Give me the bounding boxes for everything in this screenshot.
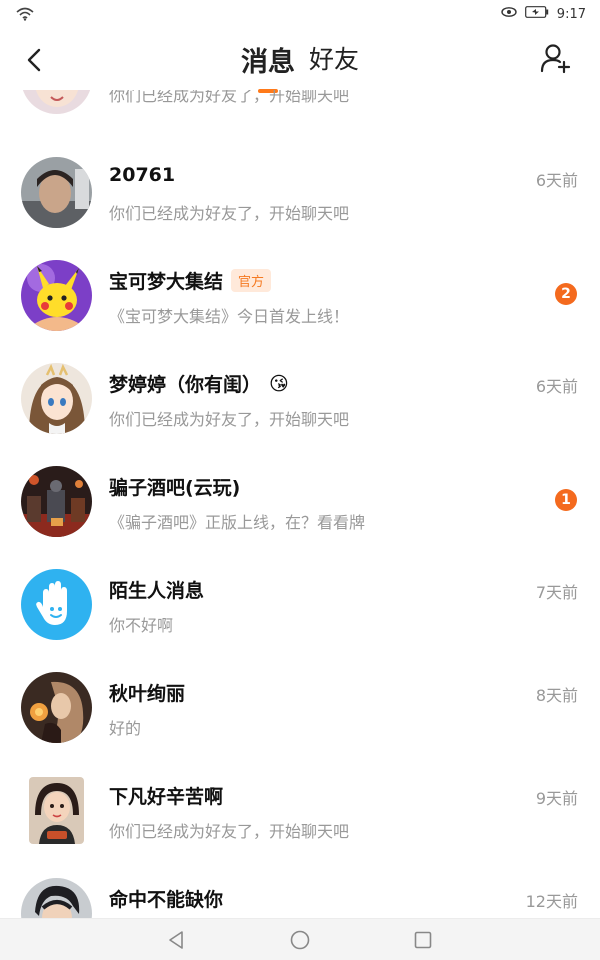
nav-home-button[interactable]: [289, 929, 311, 951]
status-time: 9:17: [556, 6, 586, 22]
tab-friends[interactable]: 好友: [309, 40, 359, 79]
conversation-name: 命中不能缺你: [109, 889, 224, 911]
circle-home-icon: [290, 930, 310, 950]
conversation-preview: 《骗子酒吧》正版上线，在？看看牌: [109, 513, 366, 532]
conversation-preview: 你不好啊: [109, 616, 174, 635]
header: 消息 好友: [0, 30, 600, 90]
nav-recents-button[interactable]: [412, 929, 434, 951]
triangle-back-icon: [169, 931, 183, 949]
battery-icon: [524, 6, 549, 22]
avatar: [21, 363, 92, 434]
avatar: [21, 672, 92, 743]
conversation-list[interactable]: 你们已经成为好友了，开始聊天吧 20761 你们已经成为好友了，开始聊天吧 6天…: [0, 90, 600, 918]
conversation-name: 秋叶绚丽: [109, 683, 186, 705]
conversation-name: 梦婷婷（你有闺） 😘: [109, 372, 289, 397]
conversation-time: 9天前: [535, 789, 578, 808]
conversation-row[interactable]: 秋叶绚丽 好的 8天前: [0, 672, 600, 775]
conversation-row[interactable]: 你们已经成为好友了，开始聊天吧: [0, 90, 600, 146]
avatar: [21, 775, 92, 846]
conversation-preview: 你们已经成为好友了，开始聊天吧: [109, 90, 350, 105]
avatar: [21, 878, 92, 918]
tab-messages[interactable]: 消息: [241, 40, 295, 79]
conversation-name: 陌生人消息: [109, 580, 205, 602]
conversation-time: 6天前: [535, 171, 578, 190]
conversation-preview: 你们已经成为好友了，开始聊天吧: [109, 822, 350, 841]
conversation-preview: 好的: [109, 719, 142, 738]
conversation-time: 7天前: [535, 583, 578, 602]
conversation-row[interactable]: 20761 你们已经成为好友了，开始聊天吧 6天前: [0, 157, 600, 260]
avatar: [21, 260, 92, 331]
conversation-row[interactable]: 陌生人消息 你不好啊 7天前: [0, 569, 600, 672]
avatar: [21, 157, 92, 228]
conversation-name: 下凡好辛苦啊: [109, 786, 224, 808]
system-nav-bar: [0, 918, 600, 960]
add-user-icon: [540, 44, 571, 74]
eye-comfort-icon: [501, 6, 517, 22]
conversation-row[interactable]: 梦婷婷（你有闺） 😘 你们已经成为好友了，开始聊天吧 6天前: [0, 363, 600, 466]
unread-badge: 2: [555, 283, 577, 305]
conversation-preview: 《宝可梦大集结》今日首发上线！: [109, 307, 350, 326]
avatar: [21, 90, 92, 114]
conversation-name: 骗子酒吧(云玩): [109, 477, 241, 499]
conversation-name: 宝可梦大集结 官方: [109, 267, 272, 294]
unread-badge: 1: [555, 489, 577, 511]
nav-back-button[interactable]: [166, 929, 188, 951]
conversation-row[interactable]: 下凡好辛苦啊 你们已经成为好友了，开始聊天吧 9天前: [0, 775, 600, 878]
emoji-icon: 😘: [269, 372, 289, 395]
avatar: [21, 466, 92, 537]
add-friend-button[interactable]: [540, 42, 576, 78]
conversation-name: 20761: [109, 164, 176, 186]
square-recents-icon: [414, 931, 432, 949]
tab-bar: 消息 好友: [0, 40, 600, 79]
official-badge: 官方: [231, 269, 272, 292]
conversation-preview: 你们已经成为好友了，开始聊天吧: [109, 204, 350, 223]
conversation-row[interactable]: 骗子酒吧(云玩) 《骗子酒吧》正版上线，在？看看牌 1: [0, 466, 600, 569]
avatar: [21, 569, 92, 640]
conversation-preview: 你们已经成为好友了，开始聊天吧: [109, 410, 350, 429]
conversation-time: 8天前: [535, 686, 578, 705]
conversation-time: 12天前: [525, 892, 578, 911]
wifi-icon: [16, 6, 34, 25]
conversation-row[interactable]: 宝可梦大集结 官方 《宝可梦大集结》今日首发上线！ 2: [0, 260, 600, 363]
conversation-time: 6天前: [535, 377, 578, 396]
status-bar: 9:17: [0, 0, 600, 30]
conversation-row[interactable]: 命中不能缺你 12天前: [0, 878, 600, 918]
